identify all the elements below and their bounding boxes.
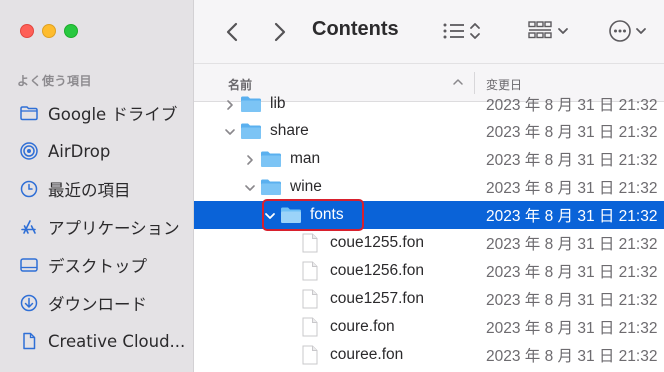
file-name: coue1255.fon	[330, 234, 424, 251]
list-item-selected[interactable]: fonts 2023 年 8 月 31 日 21:32	[194, 201, 664, 229]
file-icon	[302, 289, 318, 309]
modified-date: 2023 年 8 月 31 日 21:32	[486, 348, 658, 365]
modified-date: 2023 年 8 月 31 日 21:32	[486, 97, 658, 114]
sidebar-item-downloads[interactable]: ダウンロード	[0, 284, 194, 322]
chevron-down-icon[interactable]	[244, 181, 256, 193]
modified-date: 2023 年 8 月 31 日 21:32	[486, 124, 658, 141]
chevron-right-icon	[274, 22, 286, 42]
chevron-right-icon[interactable]	[224, 98, 236, 110]
minimize-button[interactable]	[42, 24, 56, 38]
modified-date: 2023 年 8 月 31 日 21:32	[486, 208, 658, 225]
list-item[interactable]: coue1256.fon 2023 年 8 月 31 日 21:32	[194, 257, 664, 285]
airdrop-icon	[18, 140, 40, 162]
list-item[interactable]: wine 2023 年 8 月 31 日 21:32	[194, 173, 664, 201]
file-name: man	[290, 150, 321, 167]
sidebar-item-applications[interactable]: アプリケーション	[0, 208, 194, 246]
folder-icon	[18, 102, 40, 124]
clock-icon	[18, 178, 40, 200]
chevron-left-icon	[226, 22, 238, 42]
finder-window: よく使う項目 Google ドライブ AirDrop 最近の項目 アプリケーショ…	[0, 0, 664, 372]
back-button[interactable]	[220, 18, 244, 46]
sidebar-item-label: Google ドライブ	[48, 105, 178, 124]
toolbar: Contents	[194, 0, 664, 64]
grid-view-icon	[528, 21, 568, 39]
sidebar-section-title: よく使う項目	[17, 74, 93, 88]
folder-icon	[240, 122, 262, 140]
list-item[interactable]: couree.fon 2023 年 8 月 31 日 21:32	[194, 341, 664, 369]
file-name: wine	[290, 178, 322, 195]
ellipsis-circle-icon	[609, 20, 646, 42]
list-item[interactable]: man 2023 年 8 月 31 日 21:32	[194, 145, 664, 173]
modified-date: 2023 年 8 月 31 日 21:32	[486, 152, 658, 169]
sidebar-list: Google ドライブ AirDrop 最近の項目 アプリケーション デスクトッ…	[0, 94, 194, 360]
sidebar-item-label: Creative Cloud...	[48, 331, 186, 351]
zoom-button[interactable]	[64, 24, 78, 38]
main-pane: Contents 名前 変更日 lib 2023 年 8 月 31 日 21:3…	[194, 0, 664, 372]
file-name: share	[270, 122, 309, 139]
list-view-icon	[443, 23, 480, 39]
window-controls	[20, 24, 78, 38]
sidebar-item-creative-cloud[interactable]: Creative Cloud...	[0, 322, 194, 360]
sidebar-item-label: ダウンロード	[48, 295, 147, 314]
list-item[interactable]: coue1257.fon 2023 年 8 月 31 日 21:32	[194, 285, 664, 313]
sidebar: よく使う項目 Google ドライブ AirDrop 最近の項目 アプリケーショ…	[0, 0, 194, 372]
modified-date: 2023 年 8 月 31 日 21:32	[486, 292, 658, 309]
file-icon	[302, 233, 318, 253]
modified-date: 2023 年 8 月 31 日 21:32	[486, 236, 658, 253]
sidebar-item-google-drive[interactable]: Google ドライブ	[0, 94, 194, 132]
sidebar-item-label: デスクトップ	[48, 257, 147, 276]
modified-date: 2023 年 8 月 31 日 21:32	[486, 264, 658, 281]
modified-date: 2023 年 8 月 31 日 21:32	[486, 320, 658, 337]
folder-icon	[260, 178, 282, 196]
close-button[interactable]	[20, 24, 34, 38]
folder-icon	[240, 95, 262, 113]
chevron-down-icon[interactable]	[264, 209, 276, 221]
chevron-right-icon[interactable]	[244, 153, 256, 165]
more-actions-button[interactable]	[608, 19, 652, 43]
sidebar-item-recents[interactable]: 最近の項目	[0, 170, 194, 208]
download-icon	[18, 292, 40, 314]
file-name: coure.fon	[330, 318, 395, 335]
sidebar-item-airdrop[interactable]: AirDrop	[0, 132, 194, 170]
file-name: fonts	[310, 206, 344, 223]
sidebar-item-label: 最近の項目	[48, 181, 131, 200]
document-icon	[18, 330, 40, 352]
file-name: couree.fon	[330, 346, 404, 363]
list-view-button[interactable]	[442, 19, 486, 43]
file-icon	[302, 317, 318, 337]
desktop-icon	[18, 254, 40, 276]
file-icon	[302, 261, 318, 281]
folder-icon	[260, 150, 282, 168]
chevron-down-icon[interactable]	[224, 125, 236, 137]
folder-icon	[280, 206, 302, 224]
file-name: coue1256.fon	[330, 262, 424, 279]
file-name: lib	[270, 95, 286, 112]
file-name: coue1257.fon	[330, 290, 424, 307]
modified-date: 2023 年 8 月 31 日 21:32	[486, 180, 658, 197]
file-icon	[302, 345, 318, 365]
file-list: lib 2023 年 8 月 31 日 21:32 share 2023 年 8…	[194, 90, 664, 372]
window-title: Contents	[312, 18, 399, 40]
applications-icon	[18, 216, 40, 238]
forward-button[interactable]	[268, 18, 292, 46]
list-item[interactable]: share 2023 年 8 月 31 日 21:32	[194, 117, 664, 145]
sidebar-item-label: アプリケーション	[48, 219, 180, 238]
list-item[interactable]: lib 2023 年 8 月 31 日 21:32	[194, 90, 664, 118]
sidebar-item-desktop[interactable]: デスクトップ	[0, 246, 194, 284]
group-view-button[interactable]	[528, 19, 572, 43]
list-item[interactable]: coure.fon 2023 年 8 月 31 日 21:32	[194, 313, 664, 341]
list-item[interactable]: coue1255.fon 2023 年 8 月 31 日 21:32	[194, 229, 664, 257]
sidebar-item-label: AirDrop	[48, 141, 111, 161]
